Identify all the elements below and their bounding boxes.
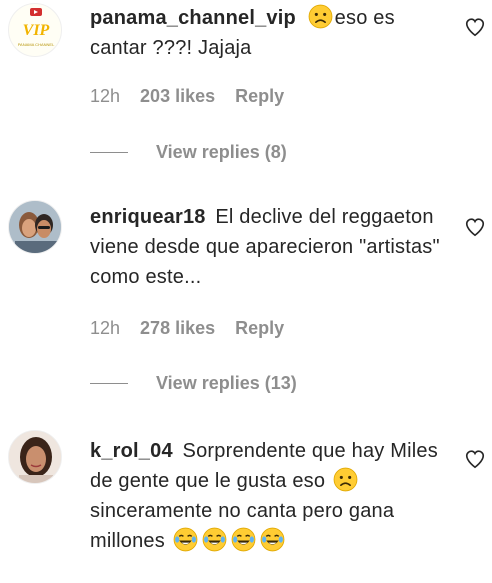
avatar[interactable] bbox=[8, 200, 62, 254]
sad-face-icon bbox=[308, 4, 333, 29]
vip-logo: VIP PANAMA CHANNEL bbox=[18, 8, 55, 47]
replies-divider bbox=[90, 152, 128, 153]
replies-divider bbox=[90, 383, 128, 384]
avatar[interactable]: VIP PANAMA CHANNEL bbox=[8, 3, 62, 57]
comment-username[interactable]: enriquear18 bbox=[90, 206, 206, 228]
comment-time: 12h bbox=[90, 318, 121, 338]
comment-text: panama_channel_vip eso es cantar ???! Ja… bbox=[90, 3, 445, 63]
heart-icon[interactable] bbox=[464, 16, 486, 38]
comment-username[interactable]: k_rol_04 bbox=[90, 440, 173, 462]
sad-face-icon bbox=[333, 467, 358, 492]
laughing-tears-icon bbox=[260, 527, 285, 552]
comment-time: 12h bbox=[90, 86, 121, 106]
heart-icon[interactable] bbox=[464, 448, 486, 470]
likes-count[interactable]: 203 likes bbox=[140, 86, 215, 107]
view-replies-button[interactable]: View replies (13) bbox=[90, 373, 297, 394]
laughing-tears-icon bbox=[202, 527, 227, 552]
comment-meta: 12h 203 likes Reply bbox=[90, 86, 284, 107]
avatar-logo-sub: PANAMA CHANNEL bbox=[18, 42, 55, 47]
view-replies-button[interactable]: View replies (8) bbox=[90, 142, 287, 163]
comment-meta: 12h 278 likes Reply bbox=[90, 318, 284, 339]
laughing-tears-icon bbox=[231, 527, 256, 552]
comment-text: enriquear18 El declive del reggaeton vie… bbox=[90, 202, 445, 292]
comment-text: k_rol_04 Sorprendente que hay Miles de g… bbox=[90, 436, 445, 556]
laughing-tears-icon bbox=[173, 527, 198, 552]
reply-button[interactable]: Reply bbox=[235, 86, 284, 107]
comment-username[interactable]: panama_channel_vip bbox=[90, 7, 296, 29]
avatar-logo-text: VIP bbox=[23, 22, 50, 39]
heart-icon[interactable] bbox=[464, 216, 486, 238]
view-replies-label: View replies (13) bbox=[156, 373, 297, 393]
view-replies-label: View replies (8) bbox=[156, 142, 287, 162]
reply-button[interactable]: Reply bbox=[235, 318, 284, 339]
avatar[interactable] bbox=[8, 430, 62, 484]
likes-count[interactable]: 278 likes bbox=[140, 318, 215, 339]
